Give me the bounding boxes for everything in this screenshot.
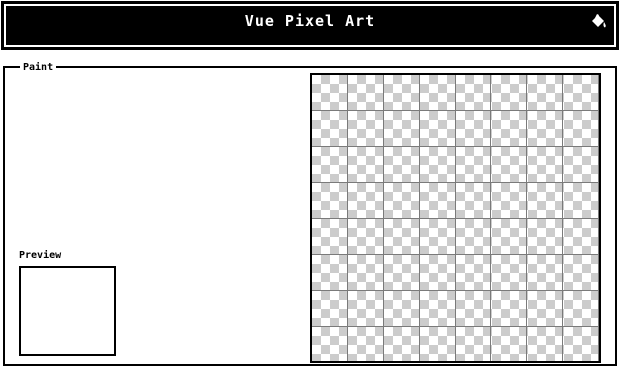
pixel-cell[interactable]: [383, 255, 420, 291]
pixel-cell[interactable]: [383, 291, 420, 327]
pixel-cell[interactable]: [491, 255, 528, 291]
pixel-cell[interactable]: [527, 255, 564, 291]
pixel-cell[interactable]: [383, 75, 420, 111]
pixel-cell[interactable]: [312, 255, 348, 291]
pixel-cell[interactable]: [312, 219, 348, 255]
pixel-cell[interactable]: [419, 255, 456, 291]
pixel-cell[interactable]: [527, 147, 564, 183]
pixel-cell[interactable]: [420, 327, 456, 361]
pixel-cell[interactable]: [563, 255, 599, 291]
pixel-cell[interactable]: [347, 255, 384, 291]
pixel-cell[interactable]: [491, 219, 528, 255]
pixel-cell[interactable]: [455, 75, 492, 111]
pixel-cell[interactable]: [419, 219, 456, 255]
app-header: Vue Pixel Art: [1, 1, 619, 50]
pixel-cell[interactable]: [491, 147, 528, 183]
pixel-cell[interactable]: [312, 147, 348, 183]
pixel-cell[interactable]: [347, 111, 384, 147]
pixel-cell[interactable]: [527, 327, 564, 361]
pixel-cell[interactable]: [347, 75, 384, 111]
pixel-cell[interactable]: [312, 75, 348, 111]
pixel-cell[interactable]: [527, 75, 564, 111]
pixel-cell[interactable]: [383, 111, 420, 147]
pixel-cell[interactable]: [419, 75, 456, 111]
pixel-cell[interactable]: [491, 327, 528, 361]
pixel-cell[interactable]: [455, 219, 492, 255]
pixel-cell[interactable]: [419, 291, 456, 327]
pixel-canvas[interactable]: [310, 73, 601, 363]
pixel-cell[interactable]: [347, 183, 384, 219]
pixel-cell[interactable]: [347, 291, 384, 327]
pixel-cell[interactable]: [347, 219, 384, 255]
pixel-cell[interactable]: [383, 219, 420, 255]
pixel-cell[interactable]: [491, 183, 528, 219]
pixel-cell[interactable]: [563, 183, 599, 219]
pixel-cell[interactable]: [419, 147, 456, 183]
pixel-cell[interactable]: [491, 75, 528, 111]
pixel-cell[interactable]: [527, 219, 564, 255]
pixel-cell[interactable]: [383, 147, 420, 183]
pixel-cell[interactable]: [563, 291, 599, 327]
pixel-cell[interactable]: [491, 291, 528, 327]
pixel-cell[interactable]: [456, 327, 492, 361]
pixel-cell[interactable]: [455, 183, 492, 219]
pixel-cell[interactable]: [563, 111, 599, 147]
pixel-cell[interactable]: [419, 183, 456, 219]
pixel-cell[interactable]: [419, 111, 456, 147]
pixel-cell[interactable]: [455, 255, 492, 291]
pixel-cell[interactable]: [563, 75, 599, 111]
pixel-cell[interactable]: [491, 111, 528, 147]
pixel-cell[interactable]: [312, 183, 348, 219]
app-title: Vue Pixel Art: [244, 12, 376, 30]
pixel-cell[interactable]: [527, 291, 564, 327]
pixel-cell[interactable]: [348, 327, 384, 361]
pixel-cell[interactable]: [455, 147, 492, 183]
pixel-cell[interactable]: [312, 111, 348, 147]
pixel-cell[interactable]: [312, 291, 348, 327]
pixel-cell[interactable]: [527, 111, 564, 147]
pixel-cell[interactable]: [455, 111, 492, 147]
preview-label: Preview: [19, 250, 62, 261]
paint-bucket-icon[interactable]: [588, 12, 608, 32]
pixel-cell[interactable]: [312, 327, 348, 361]
paint-panel-legend: Paint: [20, 62, 57, 74]
pixel-cell[interactable]: [384, 327, 420, 361]
pixel-cell[interactable]: [383, 183, 420, 219]
pixel-cell[interactable]: [455, 291, 492, 327]
pixel-cell[interactable]: [563, 147, 599, 183]
pixel-cell[interactable]: [563, 327, 599, 361]
pixel-cell[interactable]: [563, 219, 599, 255]
pixel-cell[interactable]: [527, 183, 564, 219]
pixel-cell[interactable]: [347, 147, 384, 183]
